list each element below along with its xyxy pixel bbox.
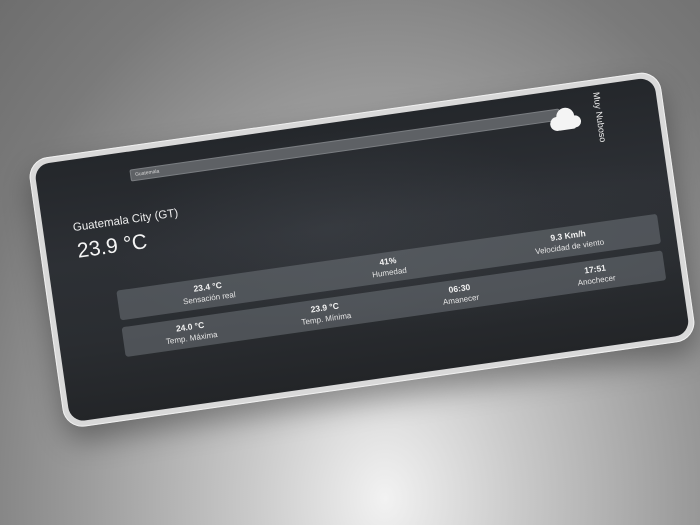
search-input[interactable]: Guatemala — [129, 108, 561, 182]
sunrise-label: Amanecer — [442, 292, 480, 307]
humidity-label: Humedad — [371, 265, 408, 280]
cloud-icon — [550, 107, 582, 131]
weather-app-screen: Guatemala Muy Nuboso Guatemala City (GT)… — [33, 76, 691, 423]
city-name: Guatemala City (GT) — [72, 207, 179, 235]
device-frame: Guatemala Muy Nuboso Guatemala City (GT)… — [27, 70, 697, 430]
condition-label: Muy Nuboso — [591, 91, 609, 143]
sunset-label: Anochecer — [577, 273, 617, 288]
current-temperature: 23.9 °C — [75, 230, 149, 263]
min-temp-label: Temp. Mínima — [300, 310, 352, 327]
feels-like-label: Sensación real — [182, 290, 237, 307]
search-input-value: Guatemala — [134, 168, 160, 178]
max-temp-label: Temp. Máxima — [165, 329, 219, 347]
